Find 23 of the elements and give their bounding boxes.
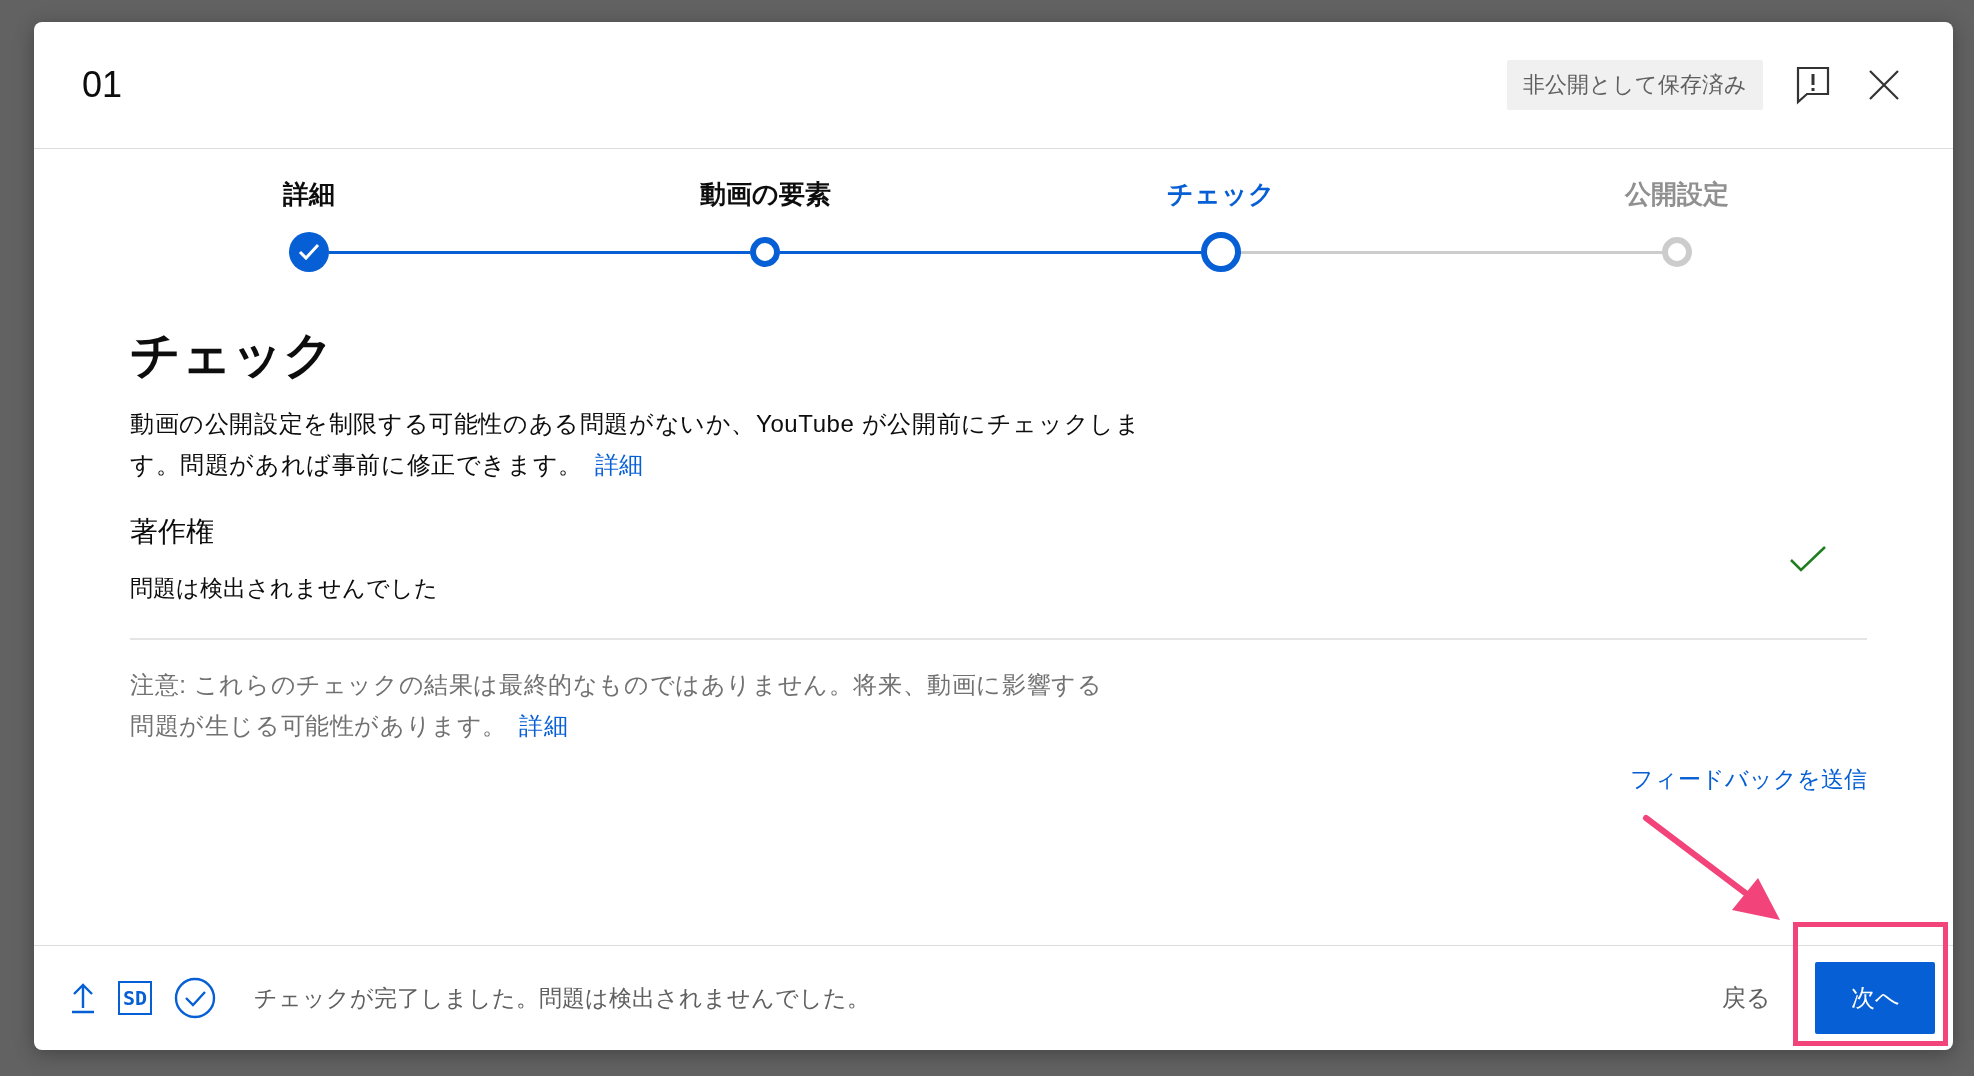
status-message: チェックが完了しました。問題は検出されませんでした。 <box>254 983 872 1013</box>
check-circle-icon <box>174 977 217 1019</box>
learn-more-link[interactable]: 詳細 <box>594 451 644 478</box>
feedback-link[interactable]: フィードバックを送信 <box>1630 764 1867 795</box>
alert-bubble-icon <box>1795 65 1831 105</box>
section-heading: チェック <box>130 326 335 385</box>
close-icon <box>1867 68 1901 102</box>
upload-icon <box>70 982 96 1014</box>
back-button[interactable]: 戻る <box>1712 970 1781 1026</box>
step-tab[interactable]: 詳細 <box>283 177 335 212</box>
checkmark-icon <box>298 243 320 261</box>
description-text: 動画の公開設定を制限する可能性のある問題がないか、YouTube が公開前にチェックします。問題があれば事前に修正できます。 詳細 <box>130 409 1142 480</box>
dialog-title: 01 <box>82 64 124 106</box>
next-button[interactable]: 次へ <box>1815 962 1935 1034</box>
step-tab[interactable]: チェック <box>1167 177 1275 212</box>
note-text: 注意: これらのチェックの結果は最終的なものではありません。将来、動画に影響する問題が生じる可能性があります。 詳細 <box>130 670 1104 741</box>
step-tab[interactable]: 動画の要素 <box>699 177 831 212</box>
learn-more-link[interactable]: 詳細 <box>519 712 569 739</box>
check-result: 問題は検出されませんでした <box>130 574 439 603</box>
check-title: 著作権 <box>130 515 215 549</box>
save-status-badge: 非公開として保存済み <box>1507 60 1763 110</box>
sd-quality-icon: SD <box>118 981 153 1015</box>
step-tab[interactable]: 公開設定 <box>1625 177 1729 212</box>
